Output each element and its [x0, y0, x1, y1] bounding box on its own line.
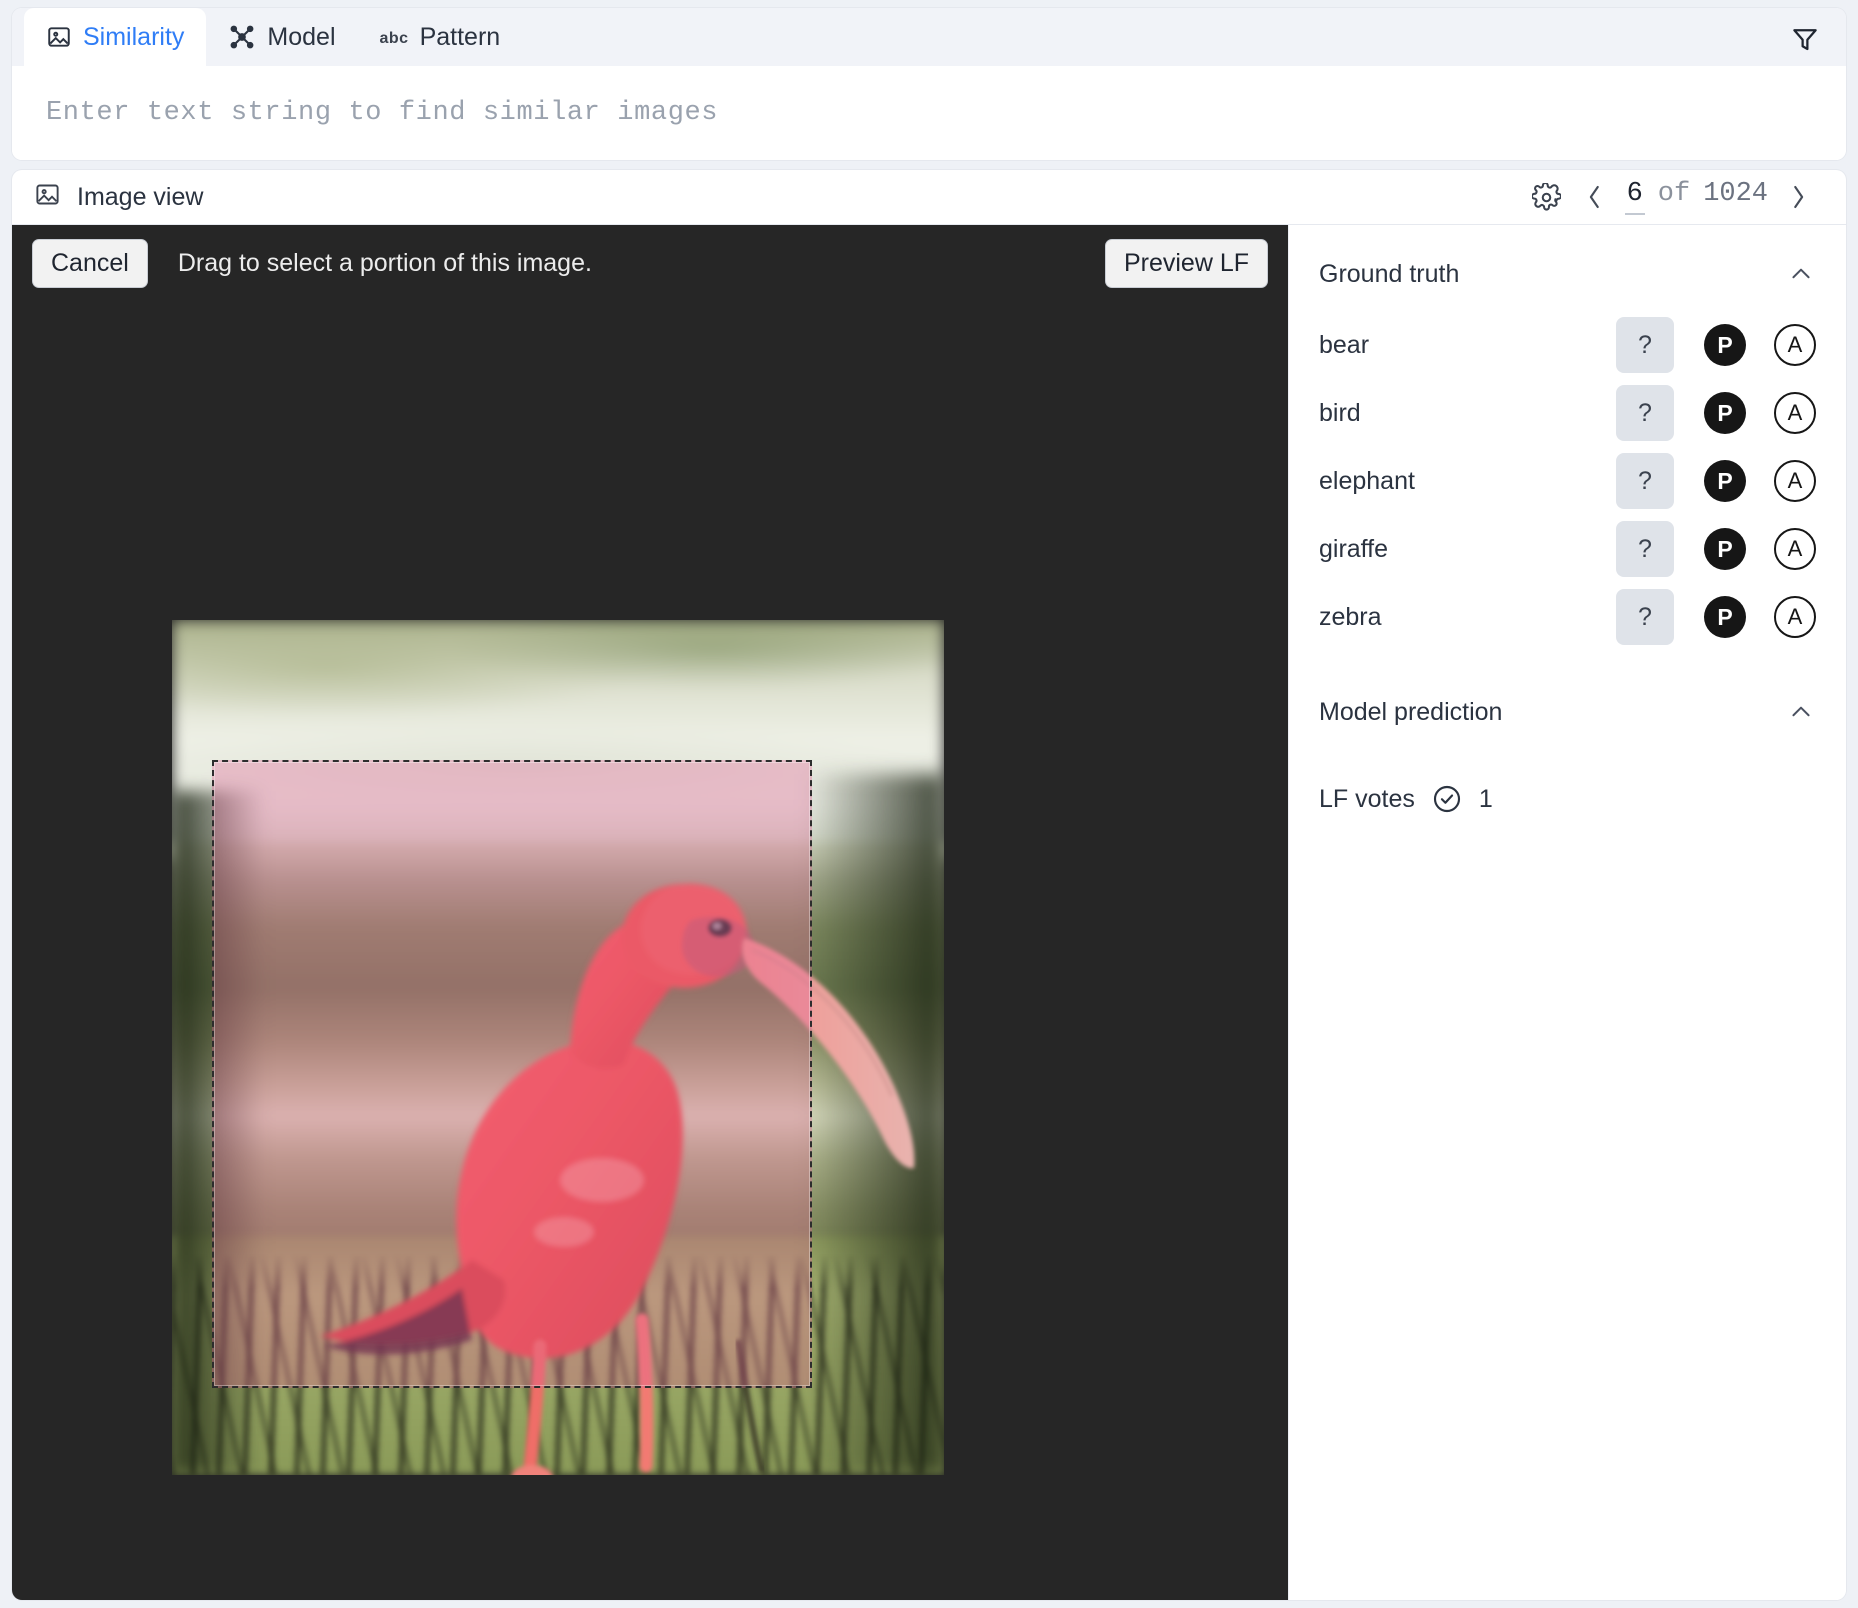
positive-button-bear[interactable]: P [1704, 324, 1746, 366]
similarity-search-card: Similarity Model abc Pattern Enter text … [12, 8, 1846, 160]
page-indicator: 6 of 1024 [1619, 179, 1774, 215]
ground-truth-section-header[interactable]: Ground truth [1319, 251, 1816, 297]
chevron-up-icon[interactable] [1786, 259, 1816, 289]
check-circle-icon [1431, 783, 1463, 815]
table-row: giraffe ? P A [1319, 515, 1816, 583]
abstain-button-zebra[interactable]: A [1774, 596, 1816, 638]
chevron-right-icon[interactable] [1774, 175, 1824, 219]
unknown-button-elephant[interactable]: ? [1616, 453, 1674, 509]
ground-truth-label-giraffe: giraffe [1319, 534, 1389, 563]
tab-similarity-label: Similarity [83, 22, 185, 51]
image-view-toolbar: Image view 6 of 1024 [12, 170, 1846, 225]
selection-rectangle[interactable] [212, 760, 812, 1388]
abstain-button-elephant[interactable]: A [1774, 460, 1816, 502]
table-row: elephant ? P A [1319, 447, 1816, 515]
ground-truth-label-zebra: zebra [1319, 602, 1382, 631]
image-stage-toolbar: Cancel Drag to select a portion of this … [12, 225, 1288, 301]
image-stage: Cancel Drag to select a portion of this … [12, 225, 1288, 1600]
ground-truth-label-bear: bear [1319, 330, 1370, 359]
lf-votes-row: LF votes 1 [1319, 783, 1816, 815]
positive-button-bird[interactable]: P [1704, 392, 1746, 434]
image-view-title: Image view [34, 181, 203, 213]
preview-lf-button[interactable]: Preview LF [1104, 238, 1268, 288]
ground-truth-title: Ground truth [1319, 259, 1460, 288]
ground-truth-label-bird: bird [1319, 398, 1361, 427]
tab-model[interactable]: Model [206, 8, 357, 66]
tab-pattern-label: Pattern [419, 22, 501, 51]
unknown-button-bird[interactable]: ? [1616, 385, 1674, 441]
tab-pattern[interactable]: abc Pattern [358, 8, 523, 66]
image-icon [34, 181, 61, 213]
image-view-title-label: Image view [77, 182, 204, 211]
model-prediction-title: Model prediction [1319, 697, 1503, 726]
unknown-button-giraffe[interactable]: ? [1616, 521, 1674, 577]
table-row: bird ? P A [1319, 379, 1816, 447]
gear-icon[interactable] [1525, 175, 1569, 219]
annotation-sidebar: Ground truth bear ? P A bird ? P A eleph… [1288, 225, 1846, 1600]
positive-button-giraffe[interactable]: P [1704, 528, 1746, 570]
table-row: bear ? P A [1319, 311, 1816, 379]
filter-funnel-icon[interactable] [1786, 20, 1824, 58]
model-prediction-section-header[interactable]: Model prediction [1319, 689, 1816, 735]
image-canvas[interactable] [172, 620, 944, 1475]
image-view-card: Image view 6 of 1024 Cancel Drag to sele… [12, 170, 1846, 1600]
model-graph-icon [228, 23, 256, 51]
total-pages-label: 1024 [1703, 179, 1768, 209]
abstain-button-bird[interactable]: A [1774, 392, 1816, 434]
image-icon [46, 24, 72, 50]
search-input[interactable] [46, 98, 1812, 128]
unknown-button-zebra[interactable]: ? [1616, 589, 1674, 645]
abstain-button-giraffe[interactable]: A [1774, 528, 1816, 570]
current-page-input[interactable]: 6 [1624, 179, 1645, 215]
chevron-left-icon[interactable] [1569, 175, 1619, 219]
positive-button-elephant[interactable]: P [1704, 460, 1746, 502]
chevron-up-icon[interactable] [1786, 697, 1816, 727]
abstain-button-bear[interactable]: A [1774, 324, 1816, 366]
lf-votes-count: 1 [1478, 784, 1493, 813]
app-root: Similarity Model abc Pattern Enter text … [0, 0, 1858, 1608]
lf-votes-label: LF votes [1319, 784, 1415, 813]
unknown-button-bear[interactable]: ? [1616, 317, 1674, 373]
ground-truth-list: bear ? P A bird ? P A elephant ? P A gir… [1319, 311, 1816, 651]
ground-truth-label-elephant: elephant [1319, 466, 1415, 495]
abc-icon: abc [379, 30, 409, 47]
cancel-button[interactable]: Cancel [32, 238, 148, 288]
tab-similarity[interactable]: Similarity [24, 8, 207, 66]
positive-button-zebra[interactable]: P [1704, 596, 1746, 638]
pagination: 6 of 1024 [1525, 175, 1824, 219]
search-mode-tabs: Similarity Model abc Pattern [12, 8, 1846, 66]
table-row: zebra ? P A [1319, 583, 1816, 651]
similarity-search-row [12, 66, 1846, 160]
drag-hint-text: Drag to select a portion of this image. [177, 248, 592, 277]
page-of-label: of [1657, 179, 1691, 209]
tab-model-label: Model [267, 22, 336, 51]
